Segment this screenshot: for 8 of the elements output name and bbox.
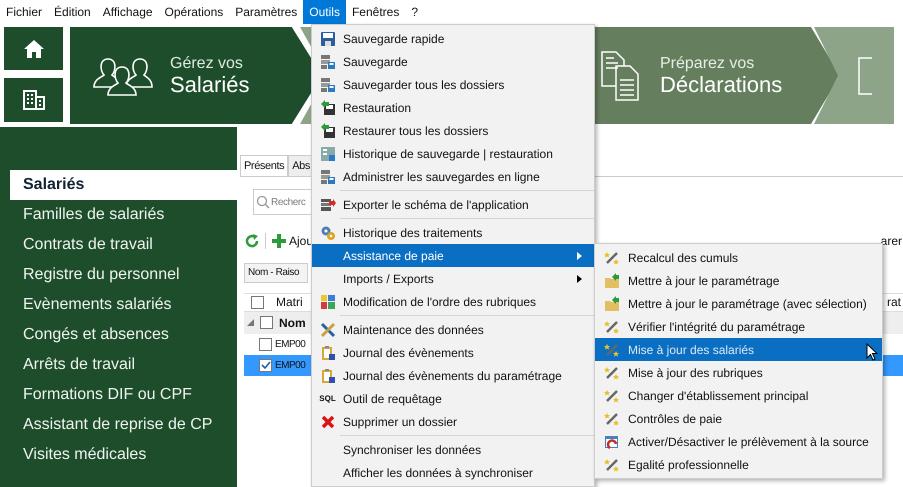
table-cell-text: EMP00 bbox=[275, 338, 306, 352]
banner-title: Salariés bbox=[170, 74, 250, 96]
sql-icon: SQL bbox=[319, 392, 336, 404]
banner-title: Déclarations bbox=[660, 74, 782, 96]
table-cell-text: EMP00 bbox=[275, 358, 306, 372]
banner-subtitle: Gérez vos bbox=[170, 56, 244, 72]
banner-subtitle: Préparez vos bbox=[660, 56, 756, 72]
group-label: Nom bbox=[279, 314, 306, 332]
